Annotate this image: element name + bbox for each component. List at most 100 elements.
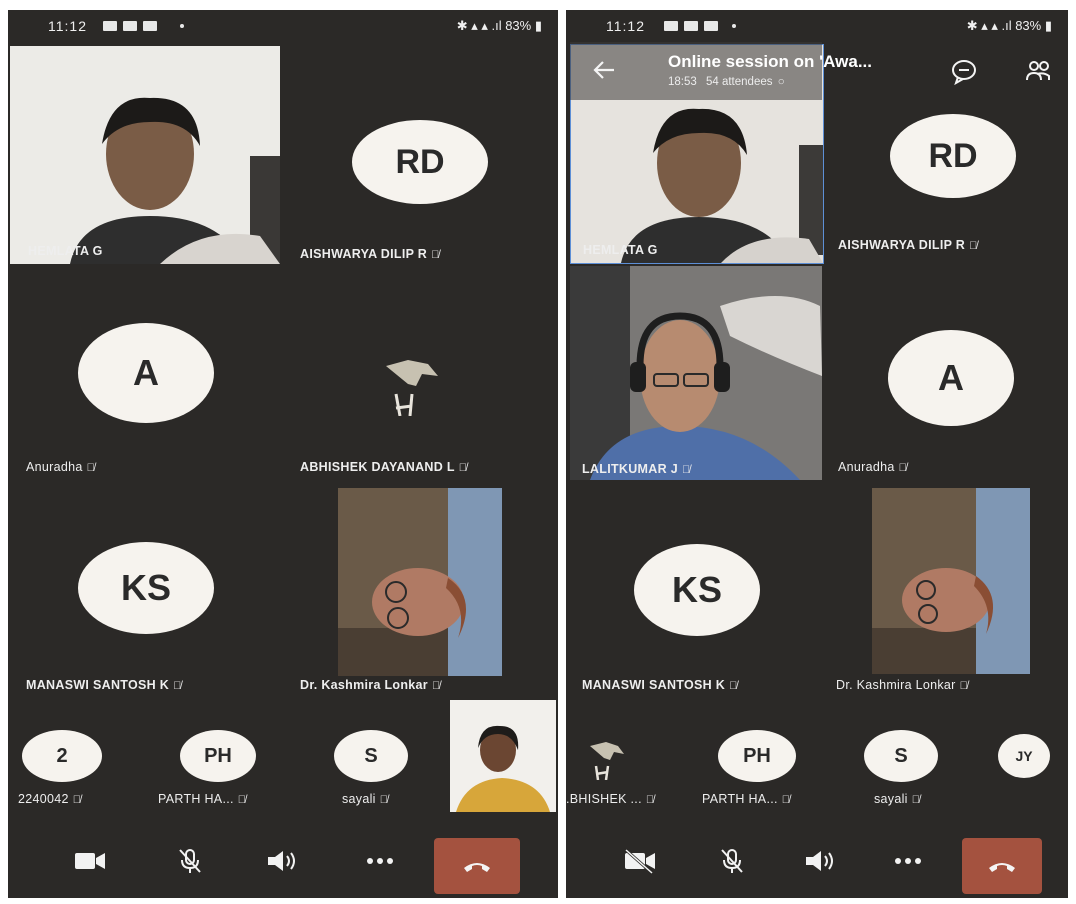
more-button[interactable] — [362, 846, 398, 876]
participant-name: PARTH HA... 🎙̸ — [158, 792, 247, 806]
status-time: 11:12 — [606, 18, 645, 34]
avatar: KS — [78, 542, 214, 634]
avatar: 2 — [22, 730, 102, 782]
meeting-duration: 18:53 — [668, 76, 697, 88]
avatar: PH — [180, 730, 256, 782]
participant-name: HEMLATA G — [28, 244, 103, 258]
participant-name: Dr. Kashmira Lonkar 🎙̸ — [300, 678, 441, 692]
dot-icon — [732, 24, 736, 28]
status-right: ✱ ▴ ▴ .ıl 83% ▮ — [966, 18, 1052, 33]
back-arrow-icon — [593, 61, 614, 79]
muted-mic-icon: 🎙̸ — [729, 680, 738, 692]
muted-mic-icon: 🎙̸ — [959, 680, 969, 692]
speaker-icon — [806, 851, 833, 871]
participant-name: MANASWI SANTOSH K 🎙̸ — [582, 678, 738, 692]
call-controls — [566, 822, 1068, 898]
muted-mic-icon: 🎙̸ — [781, 794, 791, 806]
participant-name: sayali 🎙̸ — [342, 792, 389, 806]
avatar: KS — [634, 544, 760, 636]
chat-button[interactable] — [950, 58, 978, 86]
avatar: S — [864, 730, 938, 782]
avatar: PH — [718, 730, 796, 782]
muted-mic-icon — [721, 849, 743, 873]
notification-icon — [704, 21, 718, 31]
participants-button[interactable] — [1024, 58, 1054, 86]
participant-video-tile[interactable] — [872, 488, 1030, 674]
notification-icon — [103, 21, 117, 31]
camera-icon — [75, 853, 105, 869]
muted-mic-icon: 🎙̸ — [379, 794, 389, 806]
status-bar: 11:12 ✱ ▴ ▴ .ıl 83% ▮ — [8, 10, 558, 42]
end-call-button[interactable] — [962, 838, 1042, 894]
battery-level: 83% — [1015, 18, 1042, 33]
speaker-button[interactable] — [264, 846, 300, 876]
attendee-count: 54 attendees — [705, 76, 773, 88]
more-button[interactable] — [890, 846, 926, 876]
participant-video — [570, 266, 822, 480]
participant-name: Anuradha 🎙̸ — [26, 460, 96, 474]
participant-name: PARTH HA... 🎙̸ — [702, 792, 791, 806]
participants-icon — [1026, 61, 1050, 81]
participant-video-tile[interactable] — [338, 488, 502, 676]
muted-mic-icon: 🎙̸ — [431, 249, 440, 261]
avatar: A — [78, 323, 214, 423]
avatar: RD — [890, 114, 1016, 198]
participant-video — [872, 488, 1030, 674]
participant-name: 2240042 🎙̸ — [18, 792, 82, 806]
participant-name: MANASWI SANTOSH K 🎙̸ — [26, 678, 182, 692]
self-video — [450, 700, 556, 812]
self-video-tile[interactable] — [450, 700, 556, 812]
participant-video-tile[interactable]: LALITKUMAR J 🎙̸ — [570, 266, 822, 480]
muted-mic-icon: 🎙̸ — [681, 464, 691, 476]
status-right: ✱ ▴ ▴ .ıl 83% ▮ — [456, 18, 542, 33]
muted-mic-icon: 🎙̸ — [72, 794, 82, 806]
dot-icon — [180, 24, 184, 28]
participant-video — [10, 46, 280, 264]
muted-mic-icon: 🎙̸ — [86, 462, 96, 474]
avatar: A — [888, 330, 1014, 426]
participant-name: HEMLATA G — [583, 243, 658, 257]
avatar: S — [334, 730, 408, 782]
muted-mic-icon: 🎙̸ — [431, 680, 441, 692]
muted-mic-icon: 🎙̸ — [173, 680, 182, 692]
participant-name: AISHWARYA DILIP R 🎙̸ — [300, 247, 440, 261]
camera-off-button[interactable] — [622, 846, 658, 876]
participant-name: ABHISHEK DAYANAND L 🎙̸ — [300, 460, 468, 474]
participant-thumbnail — [590, 742, 624, 780]
more-icon — [367, 858, 393, 864]
speaker-button[interactable] — [802, 846, 838, 876]
muted-mic-icon: 🎙̸ — [898, 462, 908, 474]
meeting-screen-right: 11:12 ✱ ▴ ▴ .ıl 83% ▮ HEMLATA G Online s… — [566, 10, 1068, 898]
meeting-title: Online session on 'Awa... — [668, 52, 872, 71]
participant-thumbnail — [386, 360, 438, 416]
muted-mic-icon: 🎙̸ — [645, 794, 655, 806]
status-bar: 11:12 ✱ ▴ ▴ .ıl 83% ▮ — [566, 10, 1068, 42]
speaker-icon — [268, 851, 295, 871]
notification-icon — [143, 21, 157, 31]
end-call-icon — [989, 863, 1015, 872]
meeting-header: Online session on 'Awa... 18:53 54 atten… — [566, 42, 1068, 100]
mute-button[interactable] — [172, 846, 208, 876]
participant-video-tile[interactable]: HEMLATA G — [10, 46, 280, 264]
end-call-icon — [464, 863, 490, 872]
participant-name: .BHISHEK ... 🎙̸ — [566, 792, 655, 806]
participant-name: sayali 🎙̸ — [874, 792, 921, 806]
muted-mic-icon: 🎙̸ — [458, 462, 468, 474]
participant-name: AISHWARYA DILIP R 🎙̸ — [838, 238, 978, 252]
info-icon: ○ — [777, 76, 785, 88]
battery-level: 83% — [505, 18, 532, 33]
notification-icon — [664, 21, 678, 31]
mute-button[interactable] — [714, 846, 750, 876]
call-controls — [8, 822, 558, 898]
participant-name: Dr. Kashmira Lonkar 🎙̸ — [836, 678, 969, 692]
notification-icon — [123, 21, 137, 31]
meeting-screen-left: 11:12 ✱ ▴ ▴ .ıl 83% ▮ HEMLATA G RD AISHW… — [8, 10, 558, 898]
muted-mic-icon — [179, 849, 201, 873]
participant-video — [338, 488, 502, 676]
end-call-button[interactable] — [434, 838, 520, 894]
back-button[interactable] — [590, 56, 618, 84]
participant-name: LALITKUMAR J 🎙̸ — [582, 462, 691, 476]
avatar: JY — [998, 734, 1050, 778]
camera-off-icon — [625, 848, 655, 874]
camera-button[interactable] — [72, 846, 108, 876]
